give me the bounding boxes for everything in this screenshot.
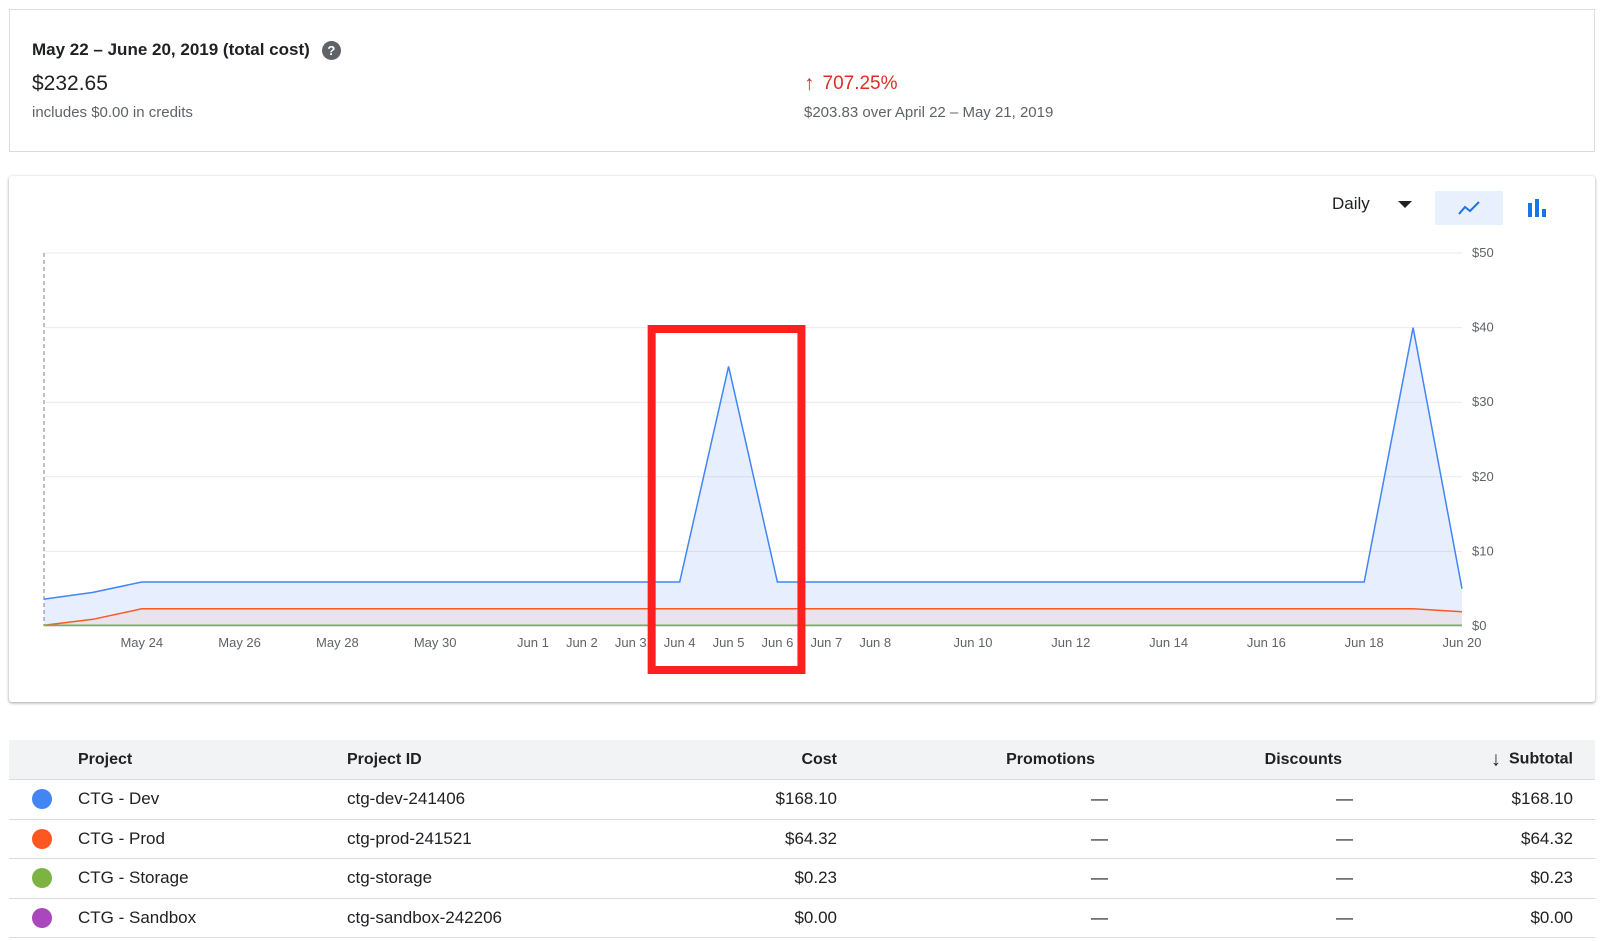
projects-table: Project Project ID Cost Promotions Disco… — [9, 740, 1595, 938]
promotions-value: — — [1091, 828, 1108, 848]
x-tick-label: Jun 18 — [1345, 635, 1384, 650]
arrow-up-icon: ↑ — [804, 72, 815, 95]
y-tick-label: $50 — [1472, 245, 1494, 260]
x-tick-label: Jun 20 — [1442, 635, 1481, 650]
project-id: ctg-storage — [347, 868, 433, 888]
series-color-dot — [32, 789, 52, 810]
discounts-value: — — [1336, 868, 1353, 888]
period-dropdown-value: Daily — [1332, 194, 1370, 213]
x-tick-label: May 30 — [414, 635, 457, 650]
x-tick-label: Jun 8 — [859, 635, 891, 650]
x-tick-label: Jun 7 — [810, 635, 842, 650]
x-tick-label: May 28 — [316, 635, 359, 650]
arrow-down-icon: ↓ — [1491, 748, 1501, 770]
project-id: ctg-sandbox-242206 — [347, 907, 503, 927]
subtotal-value: $0.00 — [1530, 907, 1573, 927]
chart-card: $0 $10 $20 $30 $40 $50 May 24 May 26 May 28 May 3… — [9, 176, 1595, 702]
period-title: May 22 – June 20, 2019 (total cost) — [32, 40, 310, 59]
x-tick-label: Jun 14 — [1149, 635, 1188, 650]
promotions-value: — — [1091, 907, 1108, 927]
cost-value: $64.32 — [785, 828, 837, 848]
header-promotions[interactable]: Promotions — [1006, 751, 1095, 769]
table-row[interactable]: CTG - Prod ctg-prod-241521 $64.32 — — $6… — [9, 820, 1595, 859]
summary-title: May 22 – June 20, 2019 (total cost) ? — [32, 40, 341, 60]
x-tick-label: Jun 2 — [566, 635, 598, 650]
table-header: Project Project ID Cost Promotions Disco… — [9, 740, 1595, 780]
x-tick-label: Jun 3 — [615, 635, 647, 650]
project-name: CTG - Storage — [78, 868, 189, 888]
cost-chart: $0 $10 $20 $30 $40 $50 May 24 May 26 May 28 May 3… — [43, 245, 1494, 674]
bar-chart-toggle[interactable] — [1517, 191, 1557, 225]
previous-period-note: $203.83 over April 22 – May 21, 2019 — [804, 104, 1054, 121]
line-chart-icon — [1458, 201, 1480, 215]
x-tick-label: Jun 10 — [954, 635, 993, 650]
promotions-value: — — [1091, 789, 1108, 809]
project-name: CTG - Sandbox — [78, 907, 197, 927]
discounts-value: — — [1336, 828, 1353, 848]
x-tick-label: Jun 6 — [762, 635, 794, 650]
cost-change: ↑ 707.25% — [804, 72, 898, 96]
y-tick-label: $30 — [1472, 394, 1494, 409]
series-color-dot — [32, 868, 52, 889]
summary-card: May 22 – June 20, 2019 (total cost) ? $2… — [9, 9, 1595, 152]
discounts-value: — — [1336, 789, 1353, 809]
project-name: CTG - Prod — [78, 828, 165, 848]
credits-note: includes $0.00 in credits — [32, 104, 193, 121]
header-cost[interactable]: Cost — [801, 751, 837, 769]
y-tick-label: $10 — [1472, 543, 1494, 558]
subtotal-value: $0.23 — [1530, 868, 1573, 888]
cost-value: $0.00 — [794, 907, 837, 927]
series-color-dot — [32, 907, 52, 928]
subtotal-value: $168.10 — [1511, 789, 1573, 809]
x-tick-label: Jun 16 — [1247, 635, 1286, 650]
series-color-dot — [32, 828, 52, 849]
discounts-value: — — [1336, 907, 1353, 927]
help-circle-icon[interactable]: ? — [321, 40, 341, 60]
bar-chart-icon — [1528, 199, 1546, 217]
x-tick-label: May 24 — [120, 635, 163, 650]
table-row[interactable]: CTG - Dev ctg-dev-241406 $168.10 — — $16… — [9, 780, 1595, 820]
cost-value: $0.23 — [794, 868, 837, 888]
x-tick-label: Jun 4 — [664, 635, 696, 650]
promotions-value: — — [1091, 868, 1108, 888]
caret-down-icon — [1397, 200, 1412, 208]
line-chart-toggle[interactable] — [1435, 191, 1503, 225]
y-tick-label: $40 — [1472, 320, 1494, 335]
series-area — [44, 608, 1462, 626]
project-id: ctg-dev-241406 — [347, 789, 466, 809]
x-tick-label: Jun 12 — [1051, 635, 1090, 650]
total-cost: $232.65 — [32, 72, 108, 95]
project-name: CTG - Dev — [78, 789, 160, 809]
table-row[interactable]: CTG - Sandbox ctg-sandbox-242206 $0.00 —… — [9, 899, 1595, 938]
subtotal-value: $64.32 — [1521, 828, 1573, 848]
project-id: ctg-prod-241521 — [347, 828, 472, 848]
x-tick-label: Jun 5 — [713, 635, 745, 650]
y-tick-label: $0 — [1472, 618, 1486, 633]
header-subtotal-label: Subtotal — [1509, 750, 1573, 768]
header-project-id[interactable]: Project ID — [347, 751, 422, 769]
table-row[interactable]: CTG - Storage ctg-storage $0.23 — — $0.2… — [9, 859, 1595, 899]
x-tick-label: Jun 1 — [517, 635, 549, 650]
header-discounts[interactable]: Discounts — [1265, 751, 1342, 769]
y-tick-label: $20 — [1472, 469, 1494, 484]
x-tick-label: May 26 — [218, 635, 261, 650]
header-project[interactable]: Project — [78, 751, 132, 769]
header-subtotal[interactable]: ↓ Subtotal — [1491, 748, 1573, 771]
change-percentage: 707.25% — [822, 73, 898, 94]
cost-value: $168.10 — [775, 789, 837, 809]
period-dropdown[interactable]: Daily — [1332, 194, 1412, 214]
